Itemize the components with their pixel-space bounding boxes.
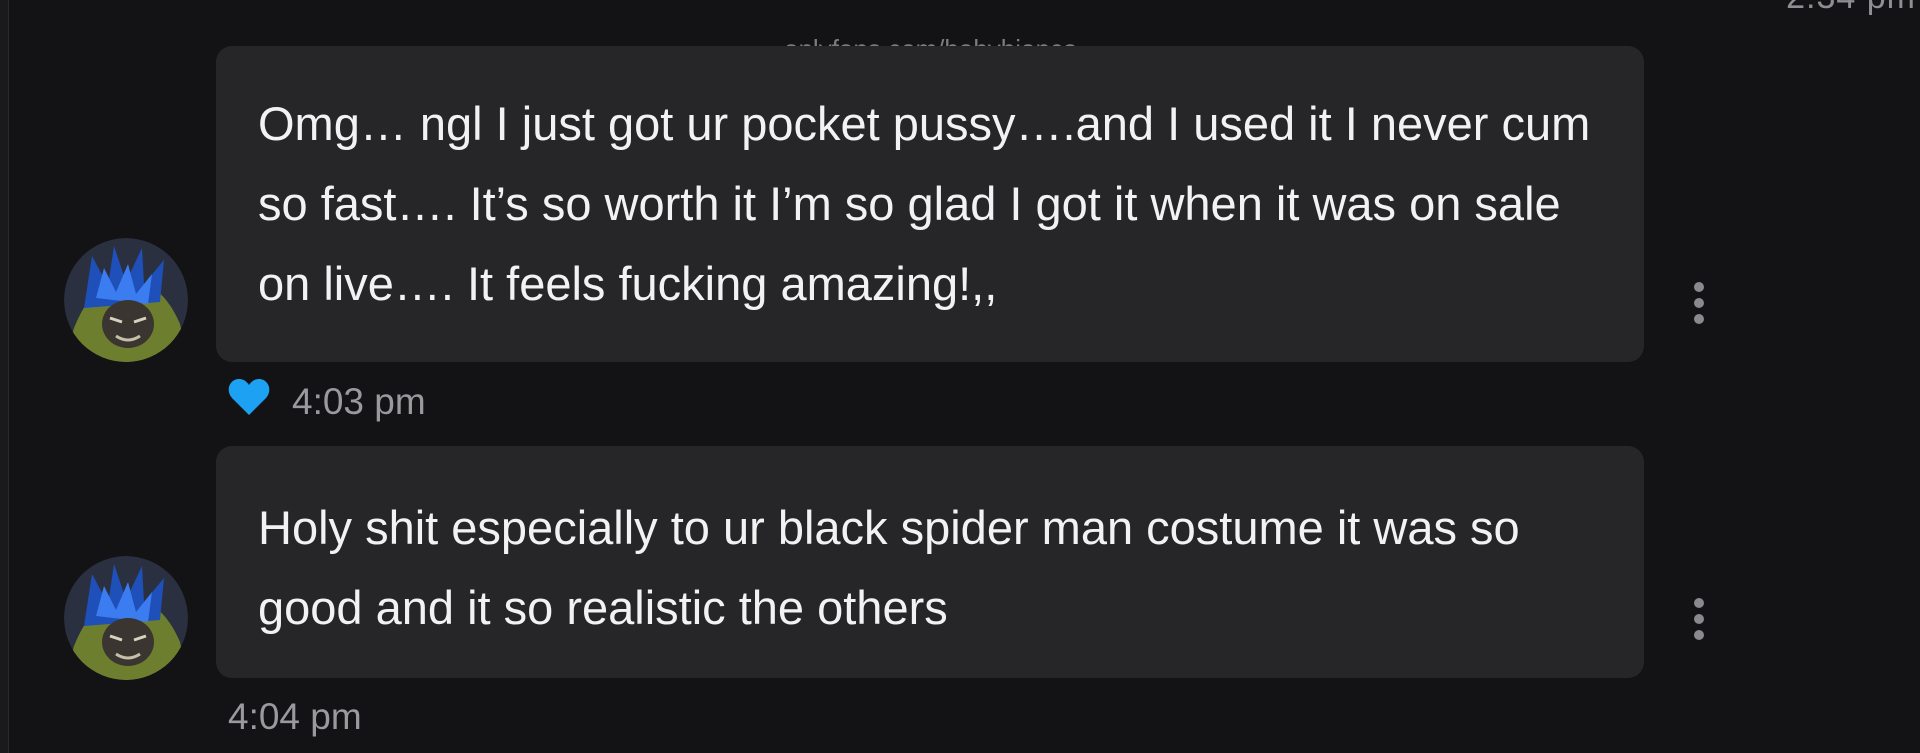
message-text: Omg… ngl I just got ur pocket pussy….and…: [258, 97, 1591, 310]
previous-message-time: 2:34 pm: [1786, 0, 1916, 17]
more-vertical-icon[interactable]: [1684, 272, 1714, 332]
left-panel-edge: [0, 0, 9, 753]
chat-screen: 2:34 pm onlyfans.com/babybianca Omg… ngl…: [0, 0, 1920, 753]
heart-icon[interactable]: [228, 378, 270, 425]
more-vertical-icon[interactable]: [1684, 588, 1714, 648]
message-text: Holy shit especially to ur black spider …: [258, 501, 1520, 634]
avatar[interactable]: [64, 556, 188, 680]
message-meta: 4:03 pm: [228, 378, 426, 425]
avatar-image: [64, 556, 188, 680]
message-time: 4:03 pm: [292, 380, 426, 422]
avatar-image: [64, 238, 188, 362]
message-bubble[interactable]: Holy shit especially to ur black spider …: [216, 446, 1644, 678]
message-meta: 4:04 pm: [228, 696, 362, 738]
message-bubble[interactable]: Omg… ngl I just got ur pocket pussy….and…: [216, 46, 1644, 362]
message-time: 4:04 pm: [228, 696, 362, 737]
avatar[interactable]: [64, 238, 188, 362]
